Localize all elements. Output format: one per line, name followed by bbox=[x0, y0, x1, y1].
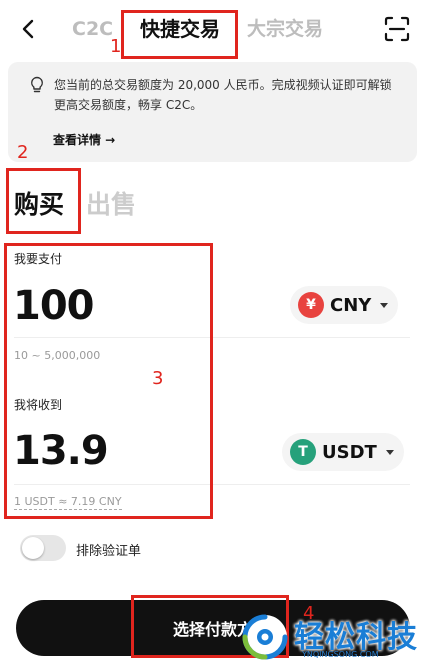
lightbulb-icon bbox=[31, 76, 43, 93]
scan-icon bbox=[384, 16, 410, 42]
annotation-number-2: 2 bbox=[17, 142, 29, 163]
watermark: 轻松科技 YNQINGSONG.COM bbox=[240, 612, 424, 662]
receive-currency-select[interactable]: T USDT bbox=[282, 433, 404, 471]
tab-c2c[interactable]: C2C bbox=[72, 14, 113, 44]
receive-currency-code: USDT bbox=[322, 441, 377, 463]
watermark-logo-icon bbox=[242, 614, 288, 660]
view-details-link[interactable]: 查看详情 → bbox=[53, 131, 115, 148]
exclude-verified-label: 排除验证单 bbox=[76, 544, 142, 559]
caret-down-icon bbox=[385, 449, 394, 455]
pay-currency-select[interactable]: ¥ CNY bbox=[290, 286, 399, 324]
back-button[interactable] bbox=[14, 14, 42, 44]
annotation-number-3: 3 bbox=[152, 368, 164, 389]
scan-button[interactable] bbox=[384, 16, 410, 42]
chevron-left-icon bbox=[22, 19, 34, 39]
exclude-verified-toggle[interactable] bbox=[20, 535, 66, 561]
cny-icon: ¥ bbox=[298, 292, 324, 318]
watermark-subtext: YNQINGSONG.COM bbox=[302, 650, 379, 659]
tab-sell[interactable]: 出售 bbox=[86, 185, 136, 221]
toggle-knob bbox=[22, 537, 44, 559]
pay-currency-code: CNY bbox=[330, 294, 372, 316]
annotation-number-1: 1 bbox=[110, 36, 122, 57]
usdt-icon: T bbox=[290, 439, 316, 465]
tab-block-trade[interactable]: 大宗交易 bbox=[247, 14, 323, 44]
annotation-box-1 bbox=[121, 10, 238, 59]
caret-down-icon bbox=[380, 302, 389, 308]
notice-text: 您当前的总交易额度为 20,000 人民币。完成视频认证即可解锁更高交易额度，畅… bbox=[54, 78, 392, 112]
limit-notice: 您当前的总交易额度为 20,000 人民币。完成视频认证即可解锁更高交易额度，畅… bbox=[8, 62, 417, 162]
annotation-box-3 bbox=[4, 243, 213, 519]
annotation-box-2 bbox=[6, 168, 81, 234]
